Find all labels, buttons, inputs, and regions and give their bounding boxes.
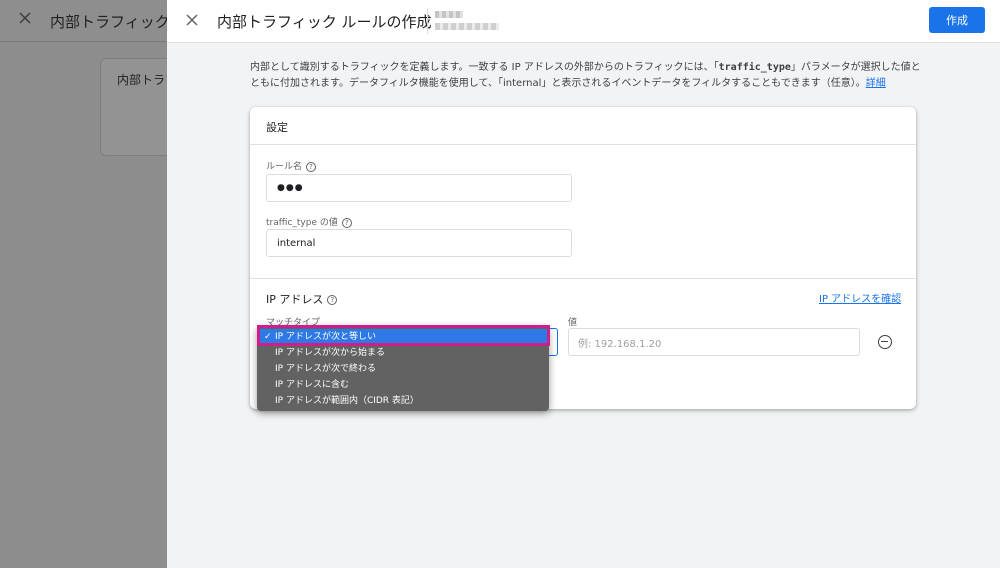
help-icon[interactable]: ? [327, 295, 338, 305]
header-divider [427, 8, 428, 34]
close-icon [19, 12, 31, 24]
dropdown-option[interactable]: IP アドレスが次で終わる [257, 361, 549, 377]
rule-name-input[interactable]: ●●● [266, 174, 572, 202]
check-ip-address-link[interactable]: IP アドレスを確認 [819, 290, 901, 305]
create-button[interactable]: 作成 [929, 7, 985, 33]
settings-card-header: 設定 [250, 107, 916, 145]
dropdown-option[interactable]: IP アドレスが次から始まる [257, 345, 549, 361]
learn-more-link[interactable]: 詳細 [866, 78, 886, 89]
remove-condition-icon[interactable] [878, 335, 892, 349]
create-rule-drawer: 内部トラフィック ルールの作成 作成 内部として識別するトラフィックを定義します… [167, 0, 1000, 568]
dropdown-option[interactable]: IP アドレスが範囲内（CIDR 表記） [257, 393, 549, 409]
traffic-type-label: traffic_type の値? [266, 215, 352, 228]
close-icon[interactable] [185, 13, 199, 27]
background-title: 内部トラフィックの [50, 13, 185, 31]
description-code: traffic_type [718, 62, 791, 73]
traffic-type-input[interactable]: internal [266, 229, 572, 257]
highlight-annotation-box [257, 325, 550, 346]
account-name-blurred [435, 9, 501, 33]
ip-address-section-label: IP アドレス? [266, 291, 338, 307]
dropdown-option[interactable]: IP アドレスに含む [257, 377, 549, 393]
rule-name-label: ルール名? [266, 159, 317, 172]
value-label: 値 [568, 318, 578, 328]
ip-value-input[interactable]: 例: 192.168.1.20 [568, 328, 860, 356]
section-divider [250, 278, 916, 279]
drawer-title: 内部トラフィック ルールの作成 [217, 13, 432, 31]
drawer-header: 内部トラフィック ルールの作成 作成 [167, 0, 1000, 43]
description-text-1: 内部として識別するトラフィックを定義します。一致する IP アドレスの外部からの… [250, 62, 719, 73]
settings-header: 設定 [266, 121, 288, 134]
help-icon[interactable]: ? [341, 217, 352, 228]
drawer-description: 内部として識別するトラフィックを定義します。一致する IP アドレスの外部からの… [250, 60, 925, 92]
help-icon[interactable]: ? [306, 161, 317, 172]
